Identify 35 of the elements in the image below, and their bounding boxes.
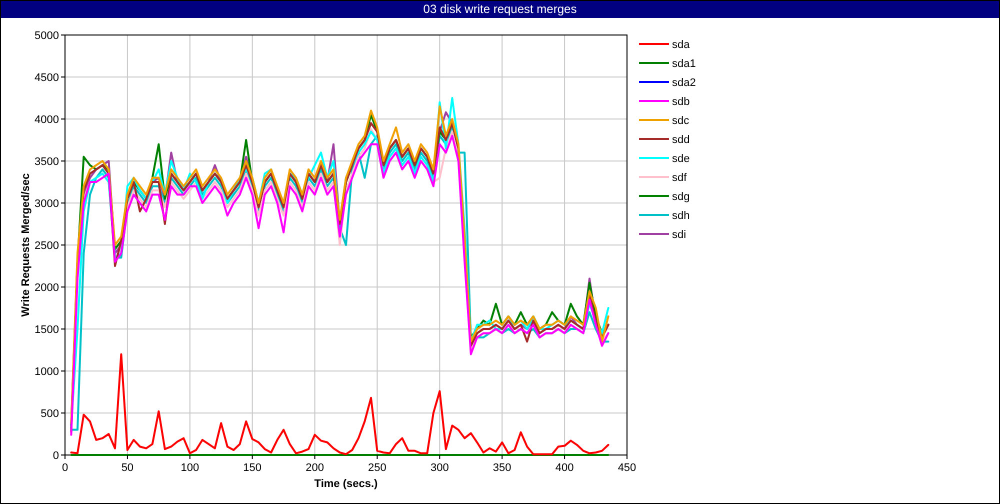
legend-label: sda [672,39,690,51]
y-tick-label: 2500 [34,240,59,252]
y-axis-title: Write Requests Merged/sec [20,173,32,317]
x-tick-label: 0 [62,462,68,474]
legend-label: sdg [672,191,690,203]
legend-label: sda1 [672,58,696,70]
legend-label: sdh [672,210,690,222]
y-tick-label: 3000 [34,198,59,210]
x-tick-label: 200 [306,462,324,474]
x-tick-label: 250 [368,462,386,474]
x-tick-label: 50 [121,462,134,474]
y-tick-label: 0 [52,450,59,462]
chart-title: 03 disk write request merges [1,1,999,18]
legend-label: sde [672,153,690,165]
y-tick-label: 500 [40,408,59,420]
y-tick-label: 2000 [34,282,59,294]
x-tick-label: 400 [555,462,574,474]
legend-label: sda2 [672,77,696,89]
x-tick-label: 150 [243,462,262,474]
legend-label: sdd [672,134,690,146]
legend-label: sdi [672,229,686,241]
x-tick-label: 300 [430,462,449,474]
y-tick-label: 1000 [34,366,59,378]
y-tick-label: 3500 [34,156,59,168]
x-tick-label: 450 [618,462,636,474]
y-tick-label: 5000 [34,30,59,42]
y-tick-label: 1500 [34,324,59,336]
x-tick-label: 100 [180,462,200,474]
y-tick-label: 4000 [34,114,59,126]
legend-label: sdf [672,172,687,184]
x-axis-title: Time (secs.) [314,478,378,490]
legend-label: sdb [672,96,690,108]
legend-label: sdc [672,115,690,127]
x-tick-label: 350 [492,462,512,474]
y-tick-label: 4500 [34,72,59,84]
